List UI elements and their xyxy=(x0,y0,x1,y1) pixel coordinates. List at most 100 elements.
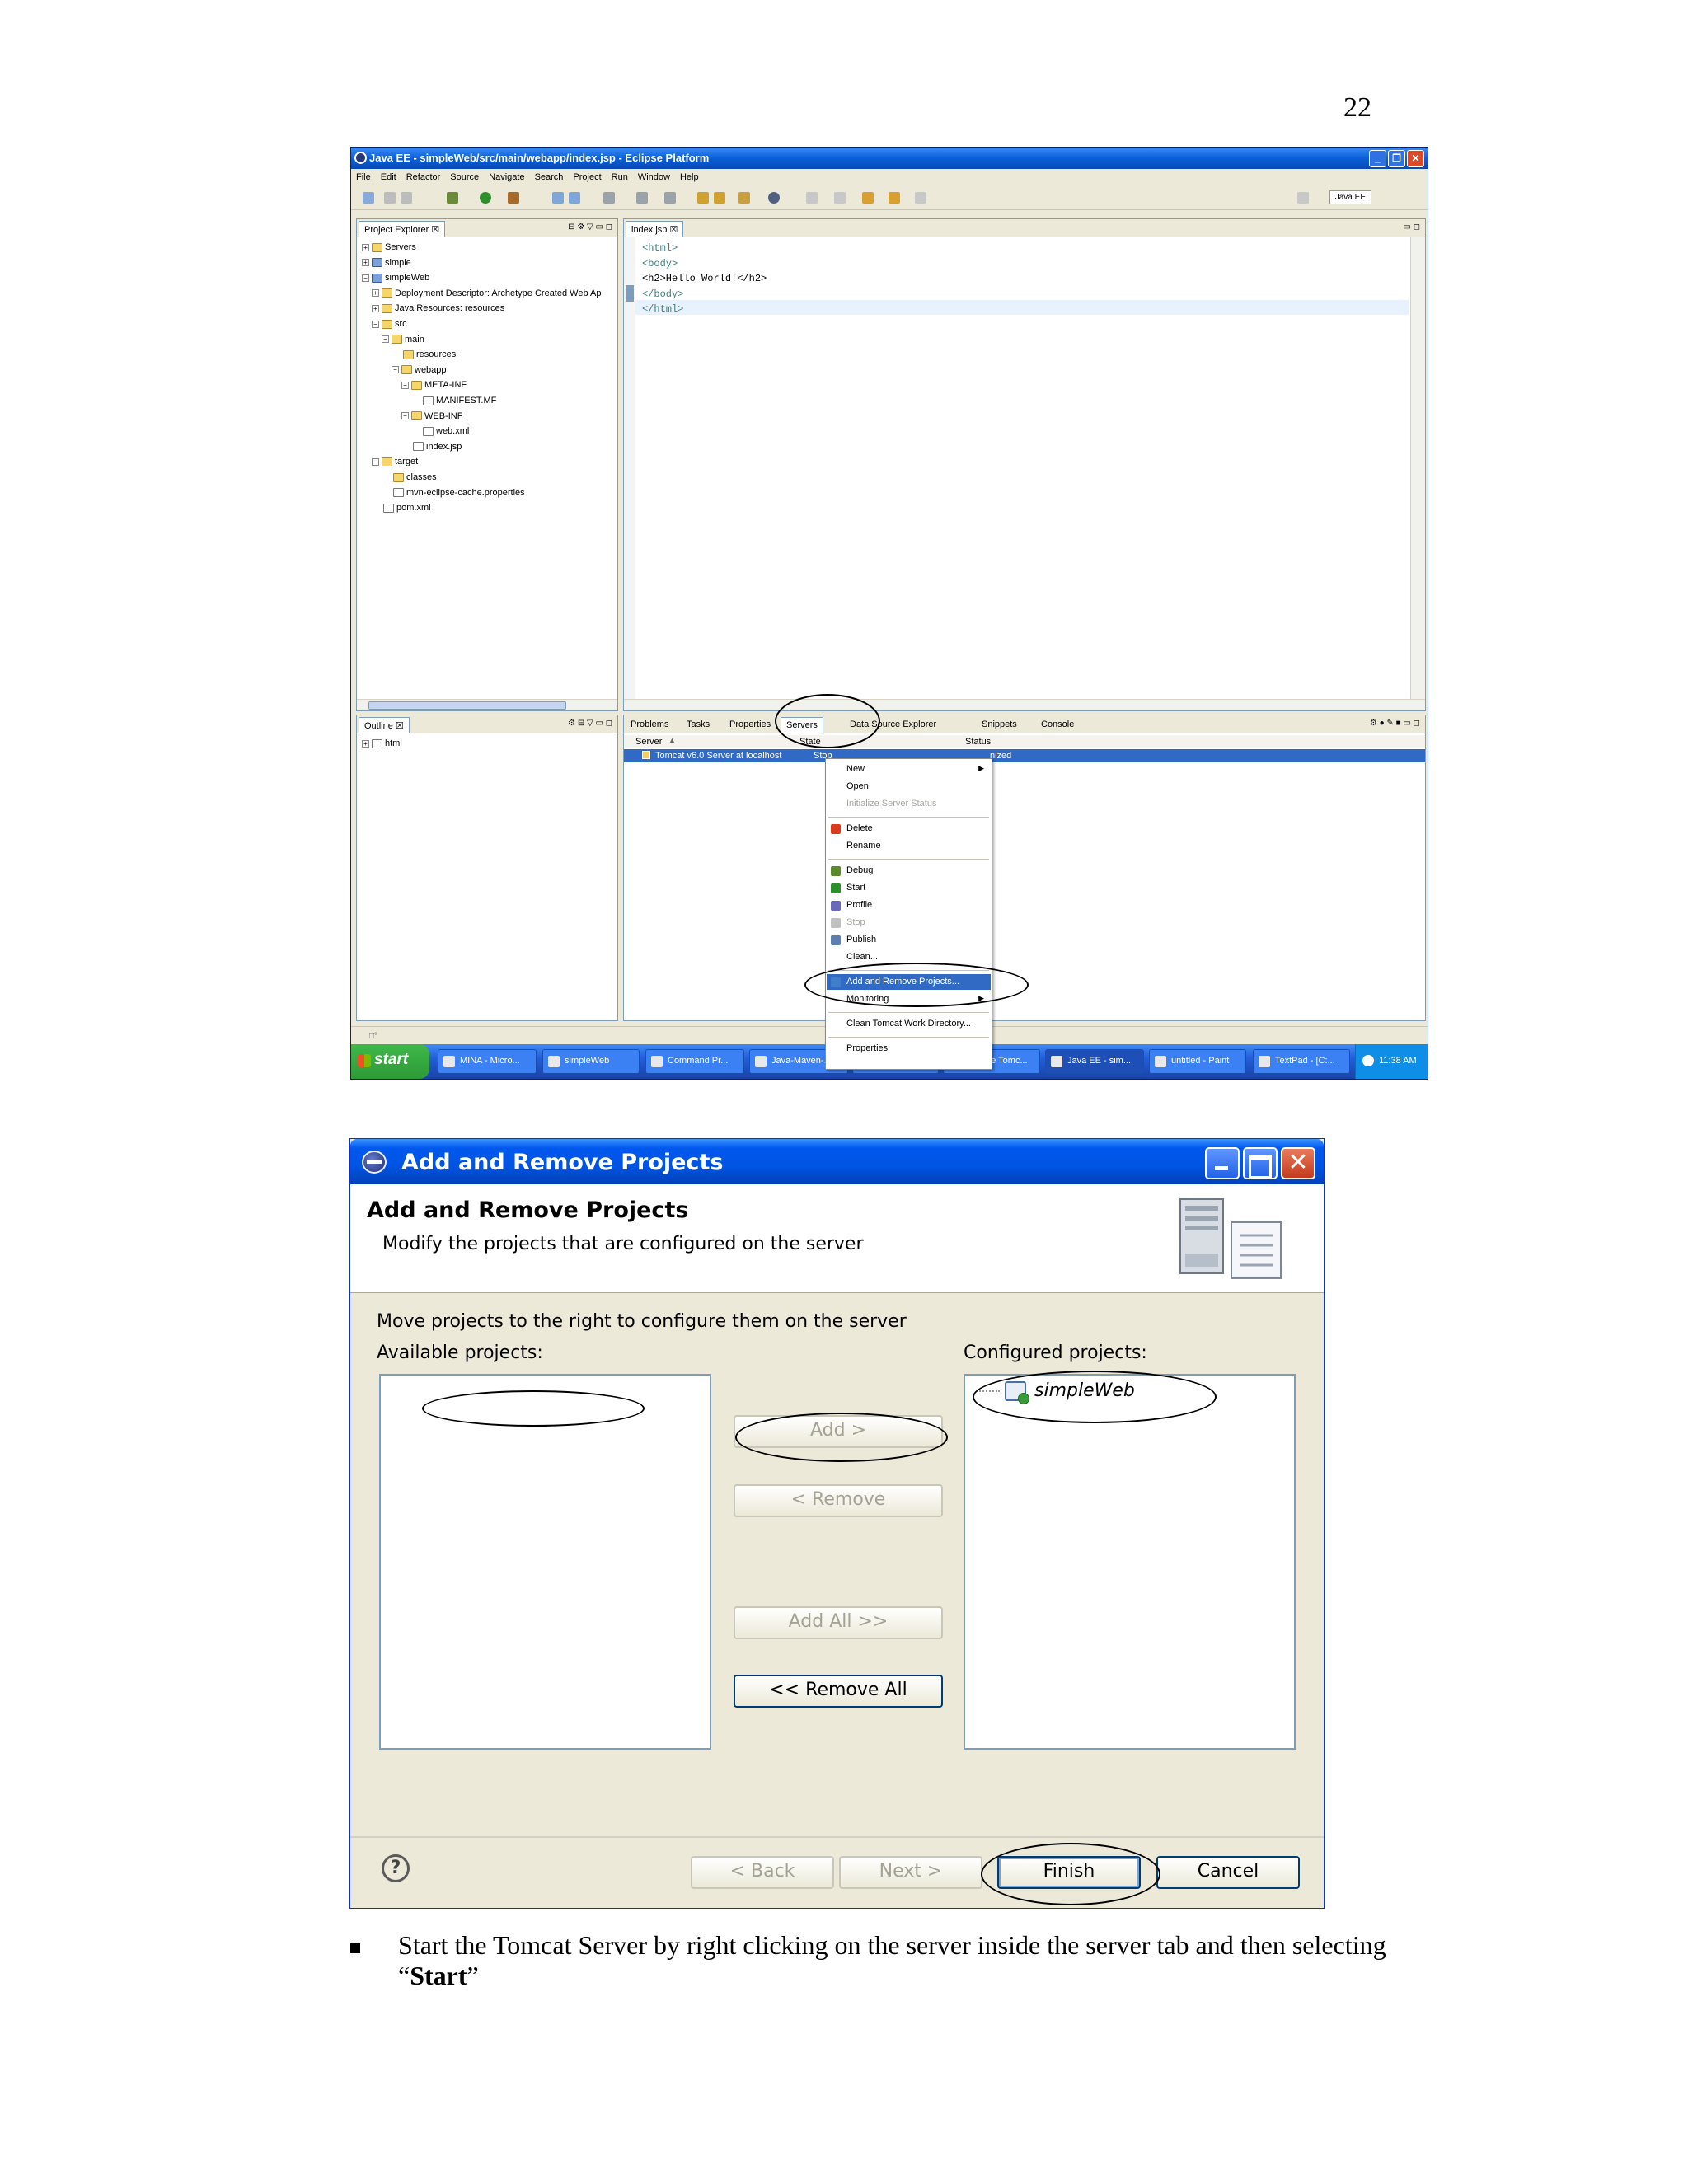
menu-item-profile[interactable]: Profile xyxy=(827,898,991,913)
tree-item[interactable]: − webapp xyxy=(392,365,447,375)
menu-item-file[interactable]: File xyxy=(356,172,371,182)
taskbar-item[interactable]: simpleWeb xyxy=(542,1049,640,1074)
open-type-icon[interactable] xyxy=(552,192,564,204)
available-projects-list[interactable] xyxy=(379,1374,711,1750)
collapse-icon[interactable]: − xyxy=(392,366,399,374)
external-tools-icon[interactable] xyxy=(508,192,519,204)
menu-item-properties[interactable]: Properties xyxy=(827,1041,991,1057)
outline-item-html[interactable]: + html xyxy=(362,738,402,748)
menu-item-refactor[interactable]: Refactor xyxy=(406,172,441,182)
menu-item-run[interactable]: Run xyxy=(612,172,628,182)
tab-properties[interactable]: Properties xyxy=(724,717,776,732)
tab-tasks[interactable]: Tasks xyxy=(682,717,715,732)
ejb-icon[interactable] xyxy=(636,192,648,204)
expand-icon[interactable]: + xyxy=(372,304,379,312)
menu-item-new[interactable]: New ▶ xyxy=(827,762,991,777)
menu-item-initialize-server-status[interactable]: Initialize Server Status xyxy=(827,796,991,812)
editor-maximize-icon[interactable]: ▭ ◻ xyxy=(1403,223,1420,232)
menu-item-edit[interactable]: Edit xyxy=(381,172,396,182)
perspective-java-ee-button[interactable]: Java EE xyxy=(1329,190,1372,204)
package-icon[interactable] xyxy=(714,192,725,204)
collapse-icon[interactable]: − xyxy=(372,320,379,328)
tree-item[interactable]: classes xyxy=(382,472,437,482)
add-all-button[interactable]: Add All >> xyxy=(734,1606,943,1639)
tab-project-explorer[interactable]: Project Explorer ☒ xyxy=(359,221,446,237)
tree-item[interactable]: mvn-eclipse-cache.properties xyxy=(382,488,525,498)
collapse-icon[interactable]: − xyxy=(372,457,379,466)
tree-item[interactable]: web.xml xyxy=(411,426,469,436)
cancel-button[interactable]: Cancel xyxy=(1156,1856,1300,1889)
open-resource-icon[interactable] xyxy=(569,192,580,204)
tab-servers[interactable]: Servers xyxy=(781,717,823,733)
tree-item[interactable]: − target xyxy=(372,457,418,466)
column-server[interactable]: Server xyxy=(635,737,662,747)
close-icon[interactable]: ✕ xyxy=(1281,1147,1315,1179)
debug-icon[interactable] xyxy=(447,192,458,204)
menu-item-stop[interactable]: Stop xyxy=(827,915,991,930)
menu-item-window[interactable]: Window xyxy=(638,172,670,182)
tree-item[interactable]: − simpleWeb xyxy=(362,273,429,283)
new-icon[interactable] xyxy=(363,192,374,204)
pin-icon[interactable] xyxy=(738,192,750,204)
server-row[interactable]: Tomcat v6.0 Server at localhost Stop niz… xyxy=(624,749,1425,762)
tree-item[interactable]: MANIFEST.MF xyxy=(411,396,496,405)
taskbar-item[interactable]: untitled - Paint xyxy=(1149,1049,1246,1074)
editor-horizontal-scrollbar[interactable] xyxy=(624,699,1425,710)
server-icon[interactable] xyxy=(603,192,615,204)
tree-item[interactable]: + Servers xyxy=(362,242,416,252)
prev-annotation-icon[interactable] xyxy=(834,192,846,204)
next-button[interactable]: Next > xyxy=(839,1856,982,1889)
tree-item[interactable]: + simple xyxy=(362,258,411,268)
last-edit-icon[interactable] xyxy=(862,192,874,204)
taskbar-item[interactable]: TextPad - [C:... xyxy=(1253,1049,1350,1074)
tab-outline[interactable]: Outline ☒ xyxy=(359,717,410,733)
tab-problems[interactable]: Problems xyxy=(626,717,673,732)
expand-icon[interactable]: + xyxy=(362,243,369,251)
remove-button[interactable]: < Remove xyxy=(734,1484,943,1517)
expand-icon[interactable]: + xyxy=(372,289,379,298)
menu-item-monitoring[interactable]: Monitoring ▶ xyxy=(827,991,991,1007)
open-perspective-icon[interactable] xyxy=(1297,192,1309,204)
menu-item-navigate[interactable]: Navigate xyxy=(489,172,524,182)
menu-item-help[interactable]: Help xyxy=(680,172,699,182)
remove-all-button[interactable]: << Remove All xyxy=(734,1675,943,1708)
menu-item-project[interactable]: Project xyxy=(573,172,601,182)
tree-item[interactable]: resources xyxy=(392,349,456,359)
outline-view-menu-icon[interactable]: ⚙ ⊟ ▽ ▭ ◻ xyxy=(568,719,612,728)
menu-item-clean[interactable]: Clean... xyxy=(827,949,991,965)
maximize-icon[interactable] xyxy=(1243,1147,1278,1179)
collapse-icon[interactable]: − xyxy=(362,274,369,282)
configured-project-item[interactable]: simpleWeb xyxy=(977,1380,1135,1404)
expand-icon[interactable]: + xyxy=(362,259,369,267)
horizontal-scrollbar[interactable] xyxy=(357,699,617,710)
help-icon[interactable]: ? xyxy=(382,1854,410,1882)
menu-item-debug[interactable]: Debug xyxy=(827,863,991,879)
fast-view-icon[interactable]: □° xyxy=(369,1032,377,1041)
back-icon[interactable] xyxy=(889,192,900,204)
menu-item-add-and-remove-projects[interactable]: Add and Remove Projects... xyxy=(827,974,991,990)
column-status[interactable]: Status xyxy=(965,737,991,747)
vertical-scrollbar[interactable] xyxy=(1410,237,1425,699)
menu-item-publish[interactable]: Publish xyxy=(827,932,991,948)
menu-item-clean-tomcat-work-directory[interactable]: Clean Tomcat Work Directory... xyxy=(827,1016,991,1032)
run-icon[interactable] xyxy=(480,192,491,204)
tree-item[interactable]: pom.xml xyxy=(372,503,431,513)
next-annotation-icon[interactable] xyxy=(806,192,818,204)
finish-button[interactable]: Finish xyxy=(997,1856,1141,1889)
taskbar-item[interactable]: MINA - Micro... xyxy=(438,1049,537,1074)
menu-item-source[interactable]: Source xyxy=(450,172,479,182)
collapse-icon[interactable]: − xyxy=(401,412,409,420)
menu-item-open[interactable]: Open xyxy=(827,779,991,794)
print-icon[interactable] xyxy=(401,192,412,204)
forward-icon[interactable] xyxy=(915,192,926,204)
menu-item-rename[interactable]: Rename xyxy=(827,838,991,854)
configured-projects-list[interactable]: simpleWeb xyxy=(964,1374,1296,1750)
save-icon[interactable] xyxy=(384,192,396,204)
view-menu-icon[interactable]: ⊟ ⚙ ▽ ▭ ◻ xyxy=(568,223,612,232)
scrollbar-thumb[interactable] xyxy=(368,701,566,710)
tree-item[interactable]: index.jsp xyxy=(401,442,462,452)
tree-item[interactable]: − WEB-INF xyxy=(401,411,462,421)
minimize-icon[interactable] xyxy=(1205,1147,1240,1179)
tree-item[interactable]: − src xyxy=(372,319,407,329)
add-button[interactable]: Add > xyxy=(734,1415,943,1448)
